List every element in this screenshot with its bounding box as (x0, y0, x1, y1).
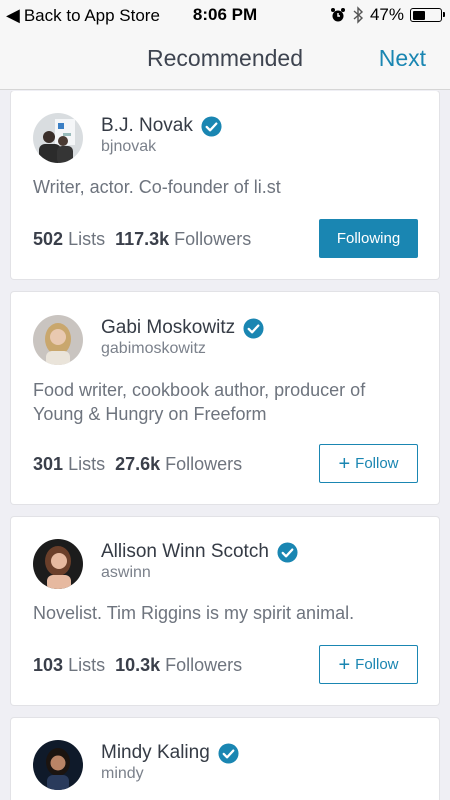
user-name[interactable]: Allison Winn Scotch (101, 541, 269, 563)
lists-count: 103 (33, 655, 64, 675)
follow-button[interactable]: + Follow (319, 645, 418, 684)
lists-label: Lists (68, 229, 106, 249)
verified-badge-icon (277, 541, 298, 563)
user-bio: Writer, actor. Co-founder of li.st (33, 177, 281, 197)
user-card: Allison Winn Scotch aswinn Novelist. Tim… (11, 517, 439, 705)
user-handle: gabimoskowitz (101, 340, 206, 357)
user-stats: 103 Lists 10.3k Followers (33, 655, 242, 676)
bluetooth-icon (353, 6, 363, 24)
user-card: Gabi Moskowitz gabimoskowitz Food writer… (11, 292, 439, 504)
follow-button-label: Follow (355, 656, 399, 673)
user-stats: 502 Lists 117.3k Followers (33, 229, 251, 250)
user-bio: Novelist. Tim Riggins is my spirit anima… (33, 603, 355, 623)
followers-label: Followers (165, 454, 243, 474)
followers-label: Followers (165, 655, 243, 675)
avatar[interactable] (33, 315, 83, 365)
followers-count: 10.3k (115, 655, 161, 675)
avatar[interactable] (33, 113, 83, 163)
follow-button[interactable]: + Follow (319, 444, 418, 483)
battery-icon (410, 8, 445, 22)
status-indicators: 47% (330, 5, 445, 25)
recommended-list[interactable]: B.J. Novak bjnovak Writer, actor. Co-fou… (0, 91, 450, 800)
avatar[interactable] (33, 539, 83, 589)
name-row: Allison Winn Scotch (101, 541, 298, 563)
followers-count: 27.6k (115, 454, 161, 474)
name-row: Mindy Kaling (101, 742, 239, 764)
alarm-icon (330, 8, 345, 22)
user-stats: 301 Lists 27.6k Followers (33, 454, 242, 475)
verified-badge-icon (218, 742, 239, 764)
user-handle: mindy (101, 765, 144, 782)
status-bar: ◀ Back to App Store 8:06 PM 47% (0, 0, 450, 30)
following-button-label: Following (336, 230, 401, 247)
user-name[interactable]: B.J. Novak (101, 115, 193, 137)
following-button[interactable]: Following (319, 219, 418, 258)
lists-count: 301 (33, 454, 64, 474)
verified-badge-icon (243, 317, 264, 339)
next-button[interactable]: Next (379, 45, 426, 72)
name-row: Gabi Moskowitz (101, 317, 264, 339)
user-name[interactable]: Mindy Kaling (101, 742, 210, 764)
nav-bar: Recommended Next (0, 30, 450, 90)
followers-label: Followers (174, 229, 252, 249)
battery-percent: 47% (369, 5, 404, 24)
lists-label: Lists (68, 454, 106, 474)
user-handle: aswinn (101, 564, 151, 581)
user-card: Mindy Kaling mindy (11, 718, 439, 800)
avatar[interactable] (33, 740, 83, 790)
lists-count: 502 (33, 229, 64, 249)
user-card: B.J. Novak bjnovak Writer, actor. Co-fou… (11, 91, 439, 279)
plus-icon: + (338, 653, 351, 676)
verified-badge-icon (201, 115, 222, 137)
plus-icon: + (338, 452, 351, 475)
user-name[interactable]: Gabi Moskowitz (101, 317, 235, 339)
lists-label: Lists (68, 655, 106, 675)
user-handle: bjnovak (101, 138, 157, 155)
user-bio: Food writer, cookbook author, producer o… (33, 380, 366, 424)
name-row: B.J. Novak (101, 115, 222, 137)
battery-level (412, 10, 426, 20)
follow-button-label: Follow (355, 455, 399, 472)
followers-count: 117.3k (115, 229, 170, 249)
